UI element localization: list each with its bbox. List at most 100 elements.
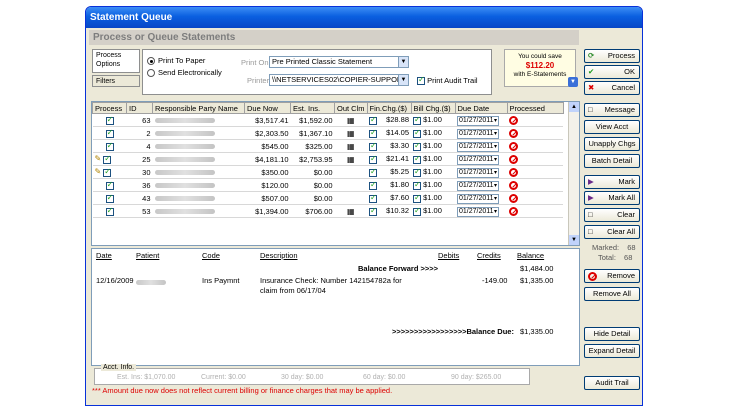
tab-process-options[interactable]: Process Options: [92, 49, 140, 73]
grid-header-cell[interactable]: Est. Ins.: [290, 102, 335, 114]
cancel-button[interactable]: ✖ Cancel: [584, 81, 640, 95]
send-electronically-radio[interactable]: Send Electronically: [147, 68, 237, 78]
id-cell: 36: [126, 178, 153, 192]
print-to-paper-radio[interactable]: Print To Paper: [147, 56, 237, 66]
unapply-chgs-button[interactable]: Unapply Chgs: [584, 137, 640, 151]
grid-header-cell[interactable]: Out Clm: [334, 102, 368, 114]
due-date-cell[interactable]: 01/27/2011: [455, 152, 508, 166]
clear-button[interactable]: □ Clear: [584, 208, 640, 222]
process-cell[interactable]: [92, 191, 127, 205]
bill-chg-checkbox[interactable]: [413, 206, 422, 216]
ledger-header-patient: Patient: [136, 251, 160, 260]
remove-button[interactable]: Remove: [584, 269, 640, 283]
claim-icon[interactable]: ▦: [347, 155, 355, 164]
remove-all-button[interactable]: Remove All: [584, 287, 640, 301]
ok-button[interactable]: ✔ OK: [584, 65, 640, 79]
process-checkbox[interactable]: [105, 193, 114, 203]
claim-icon[interactable]: ▦: [347, 142, 355, 151]
fin-chg-checkbox[interactable]: [369, 167, 378, 177]
process-checkbox[interactable]: [105, 128, 114, 138]
table-row[interactable]: ✎ 30 $350.00$0.00 $5.25 $1.0001/27/2011: [92, 165, 564, 179]
grid-header-cell[interactable]: Processed: [506, 102, 564, 114]
due-date-cell[interactable]: 01/27/2011: [455, 165, 508, 179]
bill-chg-checkbox[interactable]: [413, 128, 422, 138]
fin-chg-checkbox[interactable]: [369, 115, 378, 125]
due-date-cell[interactable]: 01/27/2011: [455, 178, 508, 192]
due-date-cell[interactable]: 01/27/2011: [455, 191, 508, 205]
due-date-cell[interactable]: 01/27/2011: [455, 139, 508, 153]
fin-chg-checkbox[interactable]: [369, 180, 378, 190]
grid-header-cell[interactable]: Process: [92, 102, 127, 114]
tab-filters[interactable]: Filters: [92, 75, 140, 87]
grid-scrollbar[interactable]: ▲ ▼: [568, 102, 579, 245]
process-cell[interactable]: [92, 139, 127, 153]
grid-header-cell[interactable]: Fin.Chg.($): [366, 102, 412, 114]
process-checkbox[interactable]: [103, 154, 112, 164]
bill-chg-cell: $1.00: [411, 191, 456, 205]
process-checkbox[interactable]: [103, 167, 112, 177]
process-cell[interactable]: ✎: [92, 152, 127, 166]
view-acct-button[interactable]: View Acct: [584, 120, 640, 134]
grid-header-cell[interactable]: ID: [126, 102, 153, 114]
scroll-up-icon[interactable]: ▲: [569, 102, 579, 112]
process-checkbox[interactable]: [105, 115, 114, 125]
table-row[interactable]: ✎ 25 $4,181.10$2,753.95 ▦ $21.41 $1.0001/2…: [92, 152, 564, 166]
section-header: Process or Queue Statements: [89, 30, 579, 45]
due-date-cell[interactable]: 01/27/2011: [455, 113, 508, 127]
fin-chg-checkbox[interactable]: [369, 154, 378, 164]
mark-all-button[interactable]: ▶ Mark All: [584, 191, 640, 205]
table-row[interactable]: 63 $3,517.41$1,592.00 ▦ $28.88 $1.0001/27/…: [92, 113, 564, 127]
scroll-down-icon[interactable]: ▼: [569, 235, 579, 245]
table-row[interactable]: 36 $120.00$0.00 $1.80 $1.0001/27/2011: [92, 178, 564, 192]
process-cell[interactable]: [92, 113, 127, 127]
due-date-cell[interactable]: 01/27/2011: [455, 204, 508, 218]
grid-header-cell[interactable]: Responsible Party Name: [152, 102, 245, 114]
fin-chg-checkbox[interactable]: [369, 193, 378, 203]
mark-button[interactable]: ▶ Mark: [584, 175, 640, 189]
process-checkbox[interactable]: [105, 141, 114, 151]
pencil-icon: ✎: [94, 167, 102, 177]
bill-chg-checkbox[interactable]: [413, 115, 422, 125]
fin-chg-cell: $3.30: [367, 139, 412, 153]
id-cell: 63: [126, 113, 153, 127]
fin-chg-checkbox[interactable]: [369, 141, 378, 151]
table-row[interactable]: 2 $2,303.50$1,367.10 ▦ $14.05 $1.0001/27/2…: [92, 126, 564, 140]
process-cell[interactable]: [92, 178, 127, 192]
bill-chg-checkbox[interactable]: [413, 180, 422, 190]
bill-chg-checkbox[interactable]: [413, 193, 422, 203]
fin-chg-checkbox[interactable]: [369, 128, 378, 138]
process-cell[interactable]: [92, 204, 127, 218]
expand-detail-button[interactable]: Expand Detail: [584, 344, 640, 358]
claim-icon[interactable]: ▦: [347, 129, 355, 138]
claim-icon[interactable]: ▦: [347, 116, 355, 125]
printer-select[interactable]: \\NETSERVICES02\COPIER-SUPPOR ▼: [269, 74, 409, 86]
message-button[interactable]: □ Message: [584, 103, 640, 117]
bill-chg-checkbox[interactable]: [413, 167, 422, 177]
bill-chg-checkbox[interactable]: [413, 141, 422, 151]
grid-header-cell[interactable]: Bill Chg.($): [410, 102, 456, 114]
print-audit-trail-checkbox[interactable]: Print Audit Trail: [417, 75, 478, 86]
bill-chg-checkbox[interactable]: [413, 154, 422, 164]
acct-est-ins: Est. Ins: $1,070.00: [117, 374, 176, 381]
table-row[interactable]: 53 $1,394.00$706.00 ▦ $10.32 $1.0001/27/20…: [92, 204, 564, 218]
table-row[interactable]: 4 $545.00$325.00 ▦ $3.30 $1.0001/27/2011: [92, 139, 564, 153]
fin-chg-checkbox[interactable]: [369, 206, 378, 216]
audit-trail-button[interactable]: Audit Trail: [584, 376, 640, 390]
process-cell[interactable]: [92, 126, 127, 140]
print-on-select[interactable]: Pre Printed Classic Statement ▼: [269, 56, 409, 68]
claim-icon[interactable]: ▦: [347, 207, 355, 216]
process-button[interactable]: ⟳ Process: [584, 49, 640, 63]
process-cell[interactable]: ✎: [92, 165, 127, 179]
hide-detail-button[interactable]: Hide Detail: [584, 327, 640, 341]
grid-header-cell[interactable]: Due Now: [244, 102, 291, 114]
table-row[interactable]: 43 $507.00$0.00 $7.60 $1.0001/27/2011: [92, 191, 564, 205]
close-icon: ✖: [588, 83, 595, 92]
id-cell: 53: [126, 204, 153, 218]
due-date-cell[interactable]: 01/27/2011: [455, 126, 508, 140]
clear-all-button[interactable]: □ Clear All: [584, 225, 640, 239]
batch-detail-button[interactable]: Batch Detail: [584, 154, 640, 168]
process-checkbox[interactable]: [105, 180, 114, 190]
chevron-down-icon[interactable]: ▼: [568, 77, 578, 87]
grid-header-cell[interactable]: Due Date: [454, 102, 508, 114]
process-checkbox[interactable]: [105, 206, 114, 216]
